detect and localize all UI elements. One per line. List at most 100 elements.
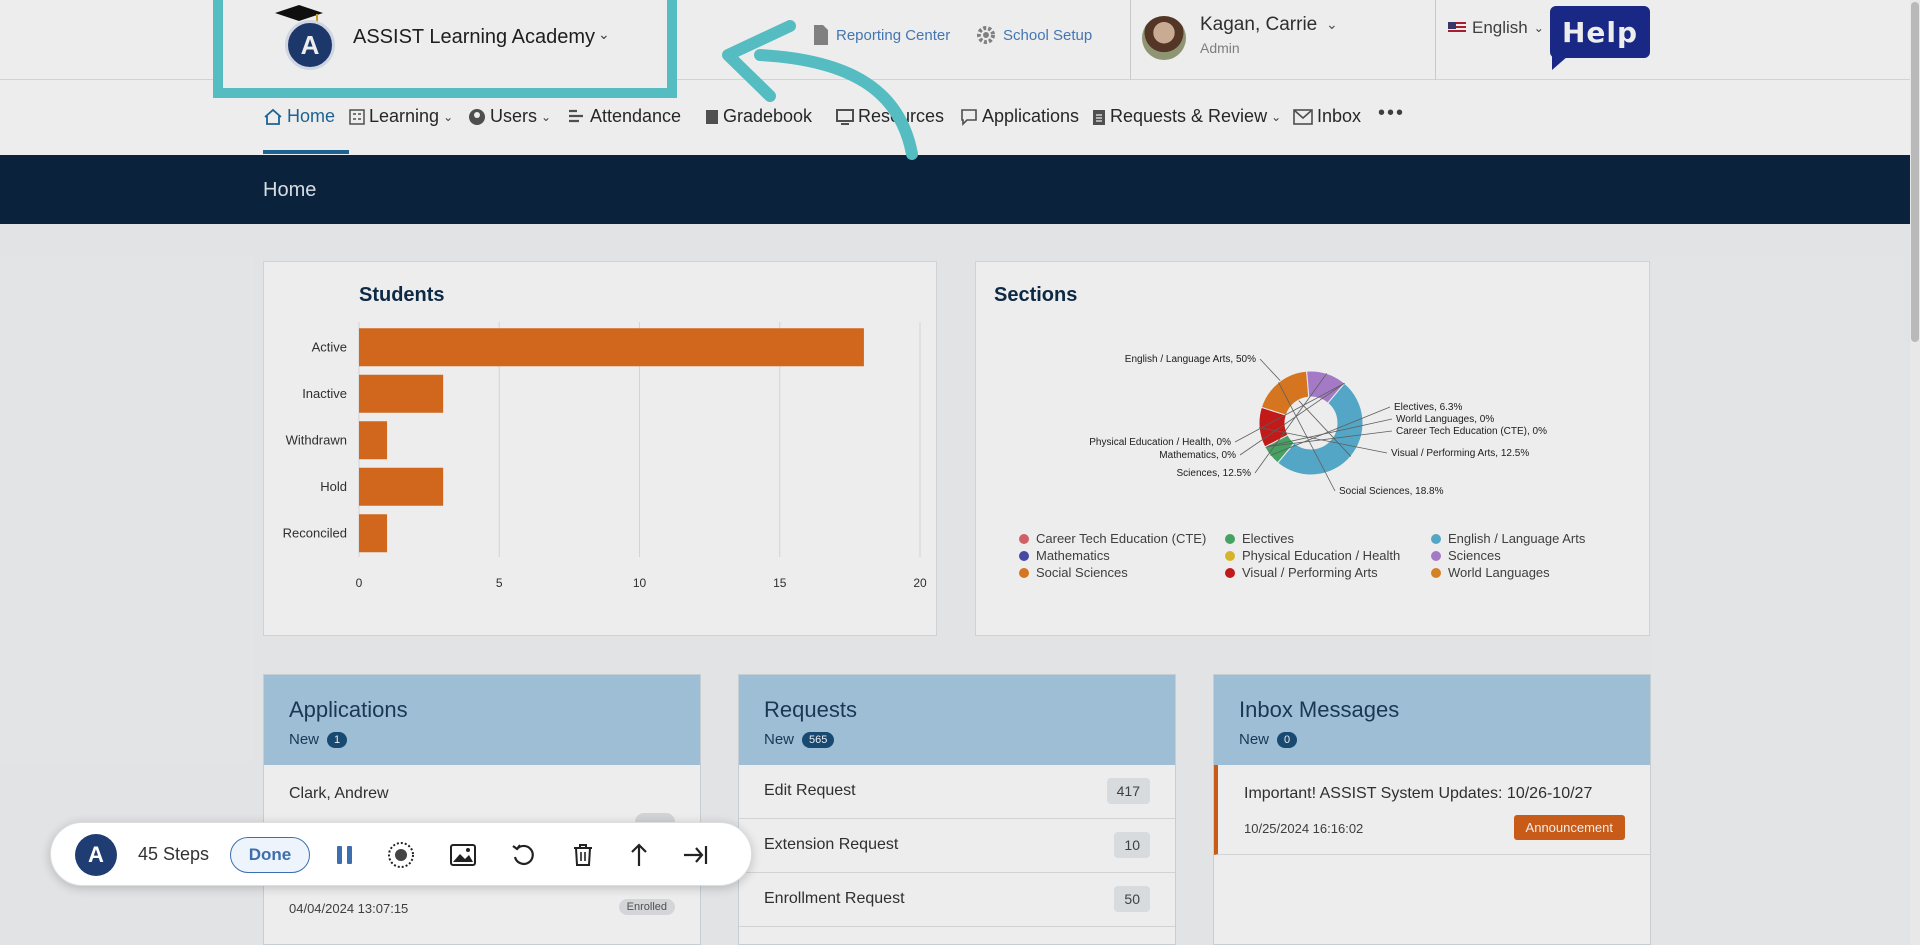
- legend-label: Visual / Performing Arts: [1242, 565, 1378, 580]
- chevron-down-icon: ⌄: [541, 109, 552, 124]
- bar: [359, 467, 444, 506]
- legend-swatch: [1225, 568, 1235, 578]
- requests-new[interactable]: New 565: [764, 731, 835, 748]
- user-name[interactable]: Kagan, Carrie: [1200, 14, 1317, 36]
- nav-item-users[interactable]: Users ⌄: [468, 106, 551, 127]
- legend-swatch: [1019, 534, 1029, 544]
- blur-icon[interactable]: [387, 841, 415, 869]
- nav-label: Home: [287, 106, 336, 126]
- y-tick-label: Active: [312, 339, 347, 354]
- org-switcher[interactable]: A ASSIST Learning Academy ⌄: [213, 0, 677, 98]
- user-role: Admin: [1200, 40, 1240, 56]
- nav-item-home[interactable]: Home: [263, 106, 335, 127]
- reporting-center-label: Reporting Center: [836, 26, 951, 44]
- legend-swatch: [1019, 551, 1029, 561]
- row-label: Edit Request: [764, 782, 856, 799]
- count-badge: 10: [1114, 832, 1150, 858]
- gear-icon: [977, 26, 995, 44]
- new-count-badge: 1: [327, 731, 348, 748]
- inbox-message[interactable]: Important! ASSIST System Updates: 10/26-…: [1214, 765, 1650, 855]
- trash-icon[interactable]: [569, 841, 597, 869]
- y-tick-label: Inactive: [302, 386, 347, 401]
- avatar[interactable]: [1142, 16, 1186, 60]
- slice-label: Visual / Performing Arts, 12.5%: [1391, 448, 1529, 459]
- nav-label: Resources: [858, 106, 945, 126]
- nav-item-learning[interactable]: Learning ⌄: [349, 106, 453, 127]
- new-count-badge: 0: [1277, 731, 1298, 748]
- bar: [359, 374, 444, 413]
- book-icon: [706, 109, 718, 124]
- legend-label: English / Language Arts: [1448, 531, 1586, 546]
- legend-swatch: [1019, 568, 1029, 578]
- steps-count: 45 Steps: [138, 844, 210, 864]
- page-title: Home: [263, 179, 317, 201]
- chevron-down-icon[interactable]: ⌄: [1326, 16, 1338, 33]
- done-button[interactable]: Done: [230, 837, 310, 873]
- applications-header[interactable]: Applications New 1: [264, 675, 700, 765]
- nav-item-inbox[interactable]: Inbox: [1293, 106, 1361, 127]
- step-recorder-toolbar: A 45 Steps Done: [50, 822, 752, 886]
- up-arrow-icon[interactable]: [625, 841, 653, 869]
- slice-label: Sciences, 12.5%: [1177, 468, 1252, 479]
- school-setup-label: School Setup: [1003, 26, 1093, 44]
- language-label: English: [1472, 18, 1528, 37]
- requests-panel: Requests New 565 Edit Request 417 Extens…: [738, 674, 1176, 945]
- requests-header[interactable]: Requests New 565: [739, 675, 1175, 765]
- inbox-panel: Inbox Messages New 0 Important! ASSIST S…: [1213, 674, 1651, 945]
- home-icon: [264, 108, 282, 125]
- nav-label: Users: [490, 106, 538, 126]
- applications-new[interactable]: New 1: [289, 731, 348, 748]
- students-card: Students 0 5 10 15 20 Active Inactive Withdrawn…: [263, 261, 937, 636]
- x-tick-label: 5: [496, 576, 503, 590]
- slice-label: Career Tech Education (CTE), 0%: [1396, 426, 1547, 437]
- message-date: 10/25/2024 16:16:02: [1244, 821, 1364, 836]
- chevron-down-icon: ⌄: [1533, 21, 1544, 35]
- skip-to-end-icon[interactable]: [681, 841, 709, 869]
- reporting-center-link[interactable]: Reporting Center: [812, 24, 950, 46]
- graduation-cap-icon: [275, 5, 323, 22]
- clipboard-icon: [1093, 109, 1105, 125]
- school-setup-link[interactable]: School Setup: [975, 24, 1092, 46]
- nav-item-resources[interactable]: Resources: [836, 106, 944, 127]
- legend-swatch: [1431, 568, 1441, 578]
- nav-item-requests-review[interactable]: Requests & Review ⌄: [1092, 106, 1281, 127]
- inbox-title: Inbox Messages: [1239, 697, 1400, 722]
- undo-icon[interactable]: [509, 841, 537, 869]
- message-title: Important! ASSIST System Updates: 10/26-…: [1244, 785, 1593, 802]
- page-scrollbar[interactable]: [1910, 0, 1920, 945]
- scroll-thumb[interactable]: [1911, 2, 1919, 342]
- page-header-band: Home: [0, 155, 1920, 224]
- help-button[interactable]: Help: [1550, 6, 1650, 70]
- nav-label: Inbox: [1317, 106, 1362, 126]
- legend-swatch: [1431, 534, 1441, 544]
- nav-item-applications[interactable]: Applications: [960, 106, 1079, 127]
- legend-label: Mathematics: [1036, 548, 1110, 563]
- legend-swatch: [1225, 534, 1235, 544]
- applications-panel: Applications New 1 Clark, Andrew 04/04/2…: [263, 674, 701, 945]
- list-item[interactable]: Edit Request 417: [739, 765, 1175, 819]
- slice-label: Mathematics, 0%: [1159, 450, 1236, 461]
- legend-swatch: [1225, 551, 1235, 561]
- x-tick-label: 15: [773, 576, 787, 590]
- nav-item-gradebook[interactable]: Gradebook: [705, 106, 812, 127]
- inbox-header[interactable]: Inbox Messages New 0: [1214, 675, 1650, 765]
- nav-label: Gradebook: [723, 106, 813, 126]
- list-item[interactable]: Extension Request 10: [739, 819, 1175, 873]
- language-selector[interactable]: English ⌄: [1448, 18, 1544, 38]
- pause-icon[interactable]: [331, 841, 359, 869]
- nav-item-attendance[interactable]: Attendance: [568, 106, 681, 127]
- sections-card: Sections English / Language Arts, 50% Ele…: [975, 261, 1650, 636]
- y-tick-label: Reconciled: [283, 525, 347, 540]
- application-name[interactable]: Clark, Andrew: [289, 785, 389, 803]
- slice-label: World Languages, 0%: [1396, 414, 1494, 425]
- slice-label: Electives, 6.3%: [1394, 402, 1462, 413]
- new-label: New: [289, 731, 320, 748]
- x-tick-label: 0: [356, 576, 363, 590]
- image-icon[interactable]: [449, 841, 477, 869]
- announcement-tag: Announcement: [1513, 815, 1625, 840]
- new-label: New: [1239, 731, 1270, 748]
- bar: [359, 514, 388, 553]
- more-menu-button[interactable]: •••: [1378, 102, 1405, 125]
- inbox-new[interactable]: New 0: [1239, 731, 1298, 748]
- list-item[interactable]: Enrollment Request 50: [739, 873, 1175, 927]
